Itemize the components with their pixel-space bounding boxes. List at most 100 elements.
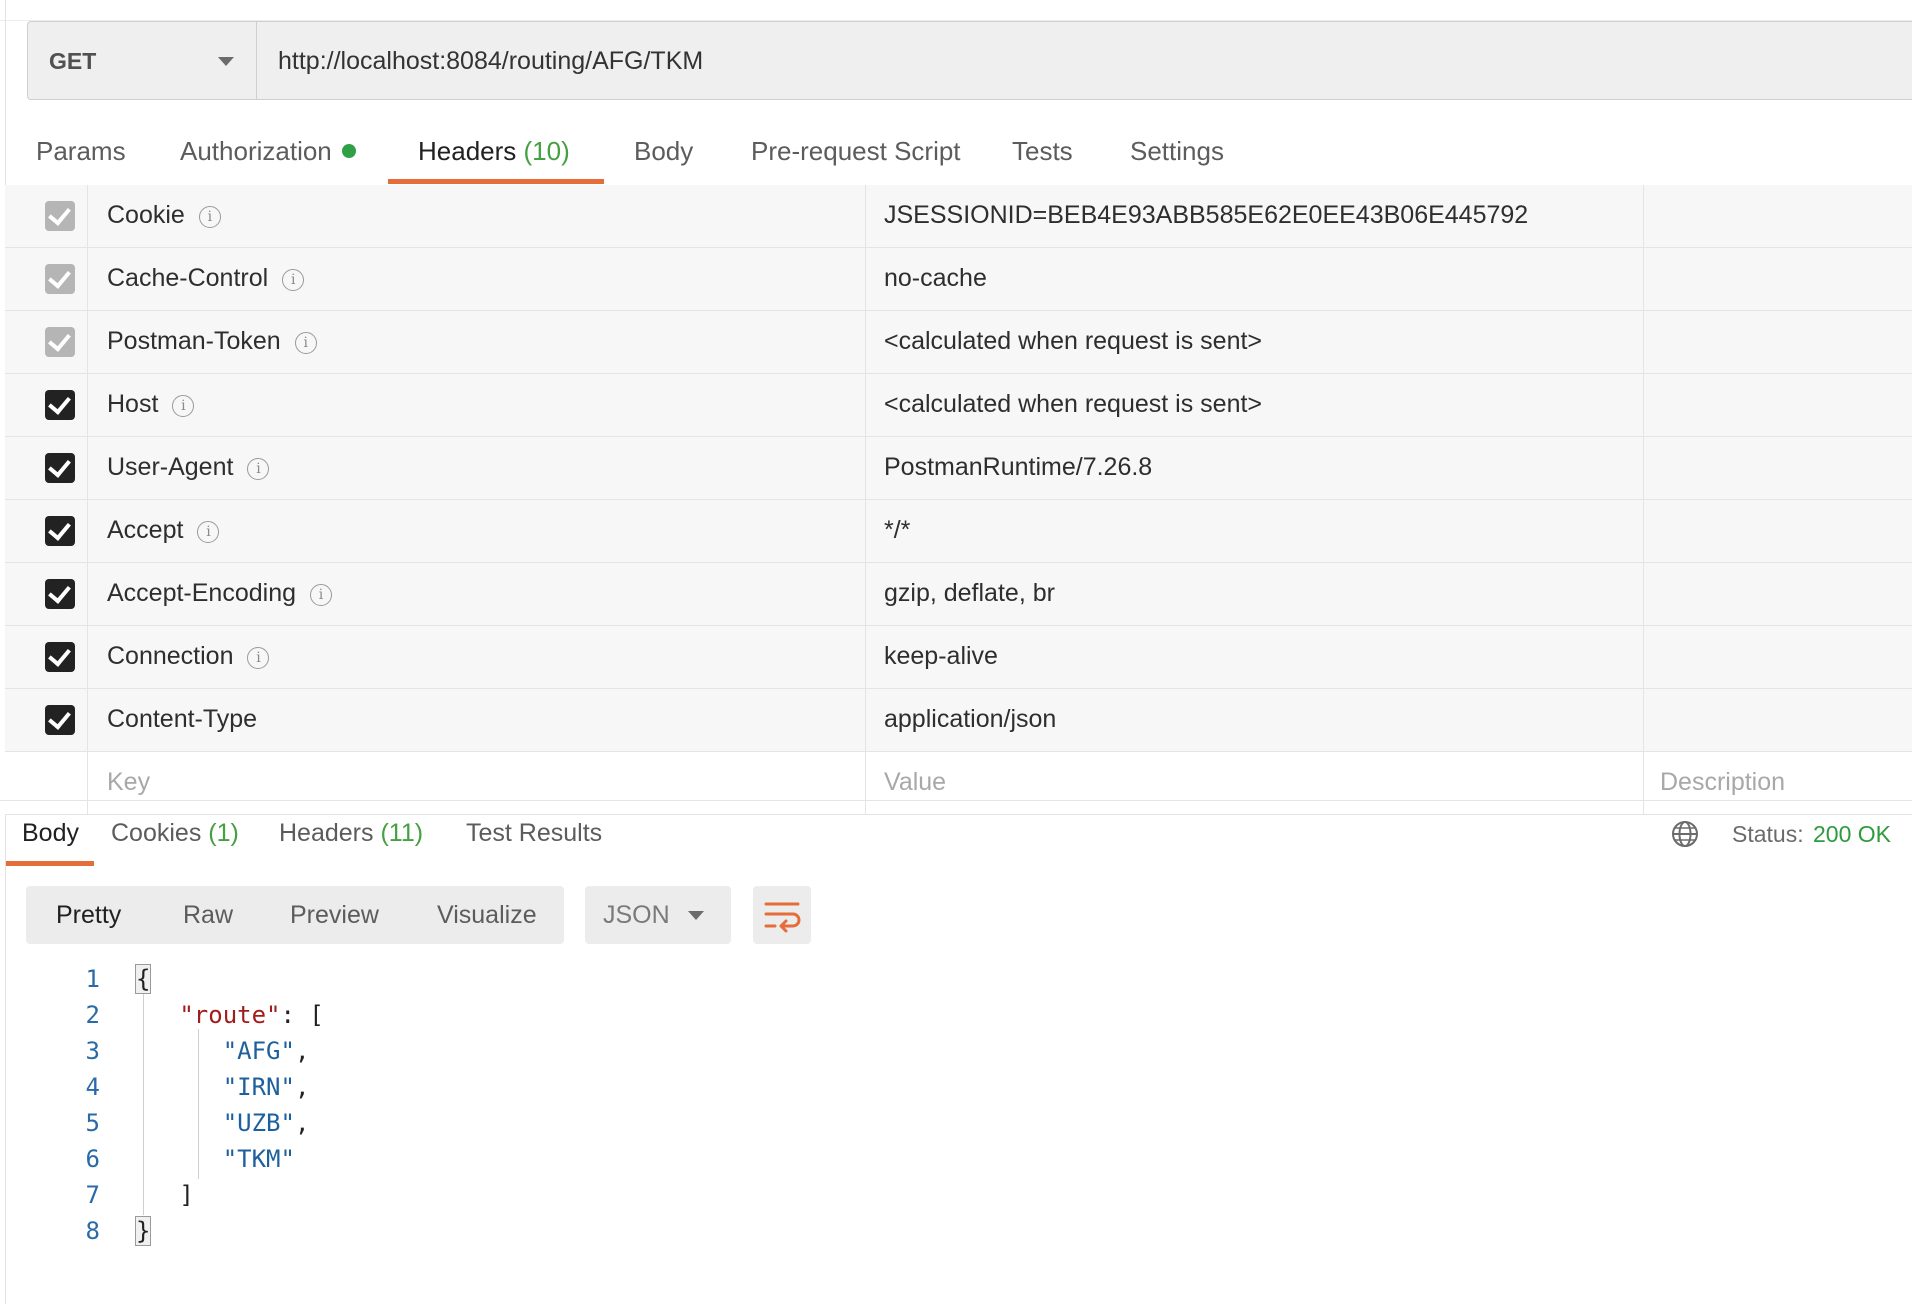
table-row: Host i <calculated when request is sent> <box>5 374 1912 437</box>
format-select[interactable]: JSON <box>585 886 731 944</box>
header-description[interactable] <box>1644 689 1912 751</box>
line-number: 5 <box>85 1109 100 1137</box>
checkbox-icon[interactable] <box>45 390 75 420</box>
header-description[interactable] <box>1644 626 1912 688</box>
line-number: 2 <box>85 1001 100 1029</box>
header-value[interactable]: <calculated when request is sent> <box>884 390 1262 419</box>
header-key[interactable]: Cache-Control <box>107 264 268 292</box>
code-line: "AFG", <box>222 1037 310 1065</box>
header-value[interactable]: keep-alive <box>884 642 998 671</box>
header-value[interactable]: <calculated when request is sent> <box>884 327 1262 356</box>
table-row: Connection i keep-alive <box>5 626 1912 689</box>
header-key[interactable]: Content-Type <box>107 705 257 733</box>
table-row: User-Agent i PostmanRuntime/7.26.8 <box>5 437 1912 500</box>
tab-label: Body <box>22 819 79 847</box>
chevron-down-icon <box>218 57 234 66</box>
header-key[interactable]: User-Agent <box>107 453 233 481</box>
checkbox-icon[interactable] <box>45 705 75 735</box>
info-icon[interactable]: i <box>310 584 333 606</box>
response-tabs: Body Cookies (1) Headers (11) Test Resul… <box>0 800 1912 867</box>
header-key[interactable]: Host <box>107 390 158 418</box>
table-row: Content-Type application/json <box>5 689 1912 752</box>
json-string: "AFG" <box>222 1037 295 1065</box>
line-number: 1 <box>85 965 100 993</box>
format-label: JSON <box>603 901 670 929</box>
json-key: "route" <box>179 1001 281 1029</box>
chevron-down-icon <box>688 911 704 920</box>
header-value[interactable]: application/json <box>884 705 1056 734</box>
header-key[interactable]: Accept <box>107 516 183 544</box>
auth-status-dot-icon <box>341 144 356 158</box>
header-key[interactable]: Connection <box>107 642 233 670</box>
info-icon[interactable]: i <box>282 269 305 291</box>
checkbox-icon[interactable] <box>45 201 75 231</box>
wrap-lines-button[interactable] <box>753 886 811 944</box>
tab-pre-request-script[interactable]: Pre-request Script <box>751 136 961 167</box>
line-number: 6 <box>85 1145 100 1173</box>
checkbox-icon[interactable] <box>45 327 75 357</box>
header-description[interactable] <box>1644 185 1912 247</box>
header-description[interactable] <box>1644 563 1912 625</box>
checkbox-icon[interactable] <box>45 642 75 672</box>
request-url-bar: GET http://localhost:8084/routing/AFG/TK… <box>27 21 1912 100</box>
view-pretty-button[interactable]: Pretty <box>56 901 121 930</box>
tab-params[interactable]: Params <box>36 136 126 167</box>
tab-headers[interactable]: Headers (10) <box>418 136 570 167</box>
tab-authorization[interactable]: Authorization <box>180 136 356 167</box>
header-description[interactable] <box>1644 500 1912 562</box>
checkbox-icon[interactable] <box>45 516 75 546</box>
globe-icon[interactable] <box>1670 819 1700 849</box>
view-preview-button[interactable]: Preview <box>290 901 379 930</box>
tab-test-results[interactable]: Test Results <box>466 819 602 848</box>
header-key[interactable]: Accept-Encoding <box>107 579 296 607</box>
new-description-field[interactable]: Description <box>1660 768 1785 797</box>
info-icon[interactable]: i <box>198 206 221 228</box>
tab-label: Body <box>634 136 694 166</box>
new-value-field[interactable]: Value <box>884 768 946 797</box>
header-description[interactable] <box>1644 311 1912 373</box>
info-icon[interactable]: i <box>197 521 220 543</box>
header-description[interactable] <box>1644 437 1912 499</box>
checkbox-icon[interactable] <box>45 579 75 609</box>
info-icon[interactable]: i <box>247 647 270 669</box>
tab-response-body[interactable]: Body <box>22 819 79 848</box>
tab-label: Test Results <box>466 819 603 847</box>
tab-label: Settings <box>1130 136 1224 166</box>
tab-body[interactable]: Body <box>634 136 693 167</box>
wrap-lines-icon <box>764 902 801 933</box>
tab-label: Headers <box>418 136 517 166</box>
tab-tests[interactable]: Tests <box>1012 136 1073 167</box>
header-description[interactable] <box>1644 374 1912 436</box>
header-value[interactable]: PostmanRuntime/7.26.8 <box>884 453 1152 482</box>
view-raw-button[interactable]: Raw <box>183 901 233 930</box>
new-key-field[interactable]: Key <box>107 768 150 797</box>
view-mode-group: Pretty Raw Preview Visualize <box>26 886 564 944</box>
checkbox-icon[interactable] <box>45 453 75 483</box>
header-description[interactable] <box>1644 248 1912 310</box>
header-value[interactable]: JSESSIONID=BEB4E93ABB585E62E0EE43B06E445… <box>884 201 1528 230</box>
method-select[interactable]: GET <box>28 22 257 99</box>
json-string: "TKM" <box>222 1145 295 1173</box>
header-value[interactable]: no-cache <box>884 264 987 293</box>
header-key[interactable]: Cookie <box>107 201 185 229</box>
code-line: ] <box>136 1181 194 1209</box>
header-key[interactable]: Postman-Token <box>107 327 281 355</box>
header-value[interactable]: gzip, deflate, br <box>884 579 1055 608</box>
url-input[interactable]: http://localhost:8084/routing/AFG/TKM <box>278 47 703 76</box>
tab-response-headers[interactable]: Headers (11) <box>279 819 423 848</box>
request-tabs: Params Authorization Headers (10) Body P… <box>0 130 1912 186</box>
info-icon[interactable]: i <box>294 332 317 354</box>
response-body-viewer[interactable]: 1 2 3 4 5 6 7 8 { "route": [ "AFG", "IRN… <box>0 964 1912 1265</box>
table-row: Cache-Control i no-cache <box>5 248 1912 311</box>
tab-label: Authorization <box>180 136 332 166</box>
active-tab-indicator <box>6 861 94 866</box>
info-icon[interactable]: i <box>172 395 195 417</box>
tab-response-cookies[interactable]: Cookies (1) <box>111 819 239 848</box>
header-value[interactable]: */* <box>884 516 910 545</box>
line-number: 4 <box>85 1073 100 1101</box>
view-visualize-button[interactable]: Visualize <box>437 901 537 930</box>
info-icon[interactable]: i <box>247 458 270 480</box>
status-value[interactable]: 200 OK <box>1813 821 1891 848</box>
tab-settings[interactable]: Settings <box>1130 136 1224 167</box>
checkbox-icon[interactable] <box>45 264 75 294</box>
